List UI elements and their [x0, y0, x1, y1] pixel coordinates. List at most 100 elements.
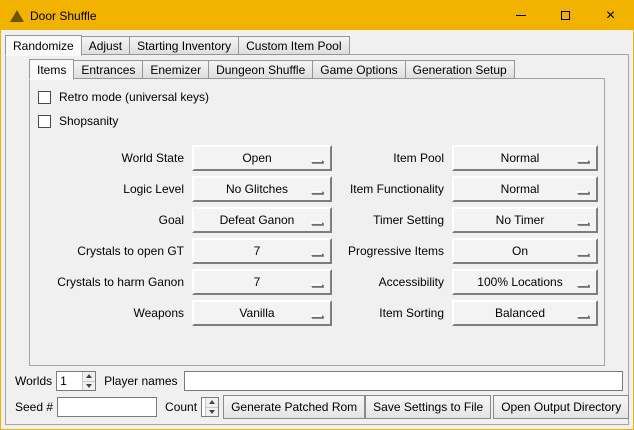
generate-row: Seed # Count Generate Patched Rom Save S…	[11, 395, 623, 419]
shopsanity-checkbox[interactable]: Shopsanity	[38, 109, 600, 133]
goal-label: Goal	[36, 213, 184, 227]
checkbox-label: Retro mode (universal keys)	[59, 90, 209, 104]
dropdown-value: Balanced	[495, 306, 555, 320]
weapons-label: Weapons	[36, 306, 184, 320]
crystals-ganon-dropdown[interactable]: 7	[192, 269, 332, 295]
spin-up-icon[interactable]	[83, 372, 95, 381]
outer-tabs: Randomize Adjust Starting Inventory Cust…	[5, 34, 350, 55]
dropdown-value: Open	[242, 151, 281, 165]
item-functionality-label: Item Functionality	[340, 182, 444, 196]
items-pane: Retro mode (universal keys) Shopsanity W…	[29, 78, 605, 366]
dropdown-indicator-icon	[577, 284, 589, 287]
dropdown-indicator-icon	[311, 315, 323, 318]
count-label: Count	[165, 400, 197, 414]
world-state-label: World State	[36, 151, 184, 165]
dropdown-value: No Glitches	[226, 182, 298, 196]
crystals-gt-label: Crystals to open GT	[36, 244, 184, 258]
spin-down-icon[interactable]	[206, 407, 218, 417]
tab-randomize[interactable]: Randomize	[5, 35, 82, 56]
tab-items[interactable]: Items	[29, 59, 74, 80]
tab-enemizer[interactable]: Enemizer	[142, 60, 209, 79]
tab-game-options[interactable]: Game Options	[312, 60, 405, 79]
dropdown-indicator-icon	[577, 222, 589, 225]
item-pool-label: Item Pool	[340, 151, 444, 165]
dropdown-indicator-icon	[577, 253, 589, 256]
dropdown-value: 7	[254, 244, 271, 258]
maximize-icon	[561, 11, 570, 20]
dropdown-indicator-icon	[311, 284, 323, 287]
crystals-ganon-label: Crystals to harm Ganon	[36, 275, 184, 289]
item-sorting-dropdown[interactable]: Balanced	[452, 300, 598, 326]
inner-tabs: Items Entrances Enemizer Dungeon Shuffle…	[29, 58, 515, 79]
dropdown-indicator-icon	[577, 191, 589, 194]
weapons-dropdown[interactable]: Vanilla	[192, 300, 332, 326]
close-button[interactable]: ×	[588, 1, 633, 30]
close-icon: ×	[606, 8, 615, 24]
checkbox-box-icon	[38, 115, 51, 128]
maximize-button[interactable]	[543, 1, 588, 30]
count-spinner-arrows	[205, 398, 218, 416]
settings-grid: World State Open Item Pool Normal Logic …	[36, 142, 600, 328]
tab-custom-item-pool[interactable]: Custom Item Pool	[238, 36, 349, 55]
checkbox-box-icon	[38, 91, 51, 104]
minimize-icon	[516, 15, 526, 16]
timer-setting-dropdown[interactable]: No Timer	[452, 207, 598, 233]
worlds-input[interactable]	[57, 372, 82, 390]
door-shuffle-window: Door Shuffle × Randomize Adjust Starting…	[0, 0, 634, 430]
dropdown-value: Vanilla	[239, 306, 284, 320]
logic-level-dropdown[interactable]: No Glitches	[192, 176, 332, 202]
tab-entrances[interactable]: Entrances	[73, 60, 143, 79]
dropdown-indicator-icon	[311, 253, 323, 256]
dropdown-indicator-icon	[577, 315, 589, 318]
window-body: Randomize Adjust Starting Inventory Cust…	[2, 31, 632, 428]
minimize-button[interactable]	[498, 1, 543, 30]
goal-dropdown[interactable]: Defeat Ganon	[192, 207, 332, 233]
player-names-input[interactable]	[184, 371, 624, 391]
dropdown-value: No Timer	[496, 213, 555, 227]
spin-down-icon[interactable]	[83, 381, 95, 391]
save-settings-button[interactable]: Save Settings to File	[365, 395, 491, 419]
item-functionality-dropdown[interactable]: Normal	[452, 176, 598, 202]
dropdown-indicator-icon	[577, 160, 589, 163]
accessibility-label: Accessibility	[340, 275, 444, 289]
randomize-pane: Items Entrances Enemizer Dungeon Shuffle…	[5, 54, 629, 425]
item-sorting-label: Item Sorting	[340, 306, 444, 320]
worlds-spinner[interactable]	[56, 371, 96, 391]
dropdown-indicator-icon	[311, 191, 323, 194]
world-state-dropdown[interactable]: Open	[192, 145, 332, 171]
app-icon	[10, 10, 24, 22]
dropdown-value: 7	[254, 275, 271, 289]
dropdown-value: Normal	[501, 151, 550, 165]
progressive-items-label: Progressive Items	[340, 244, 444, 258]
tab-starting-inventory[interactable]: Starting Inventory	[129, 36, 239, 55]
dropdown-value: 100% Locations	[477, 275, 572, 289]
player-names-label: Player names	[104, 374, 177, 388]
dropdown-value: On	[512, 244, 538, 258]
checkbox-label: Shopsanity	[59, 114, 118, 128]
retro-mode-checkbox[interactable]: Retro mode (universal keys)	[38, 85, 600, 109]
progressive-items-dropdown[interactable]: On	[452, 238, 598, 264]
worlds-label: Worlds	[15, 374, 52, 388]
generate-patched-rom-button[interactable]: Generate Patched Rom	[223, 395, 365, 419]
seed-input[interactable]	[57, 397, 157, 417]
timer-setting-label: Timer Setting	[340, 213, 444, 227]
titlebar[interactable]: Door Shuffle ×	[1, 1, 633, 30]
open-output-directory-button[interactable]: Open Output Directory	[493, 395, 629, 419]
tab-adjust[interactable]: Adjust	[81, 36, 130, 55]
spin-up-icon[interactable]	[206, 398, 218, 407]
window-title: Door Shuffle	[30, 9, 97, 23]
accessibility-dropdown[interactable]: 100% Locations	[452, 269, 598, 295]
tab-generation-setup[interactable]: Generation Setup	[405, 60, 515, 79]
item-pool-dropdown[interactable]: Normal	[452, 145, 598, 171]
tab-dungeon-shuffle[interactable]: Dungeon Shuffle	[208, 60, 313, 79]
dropdown-value: Normal	[501, 182, 550, 196]
crystals-gt-dropdown[interactable]: 7	[192, 238, 332, 264]
dropdown-indicator-icon	[311, 160, 323, 163]
logic-level-label: Logic Level	[36, 182, 184, 196]
worlds-row: Worlds Player names	[11, 370, 623, 392]
dropdown-indicator-icon	[311, 222, 323, 225]
dropdown-value: Defeat Ganon	[220, 213, 305, 227]
count-spinner[interactable]	[201, 397, 219, 417]
seed-label: Seed #	[15, 400, 53, 414]
worlds-spinner-arrows	[82, 372, 95, 390]
